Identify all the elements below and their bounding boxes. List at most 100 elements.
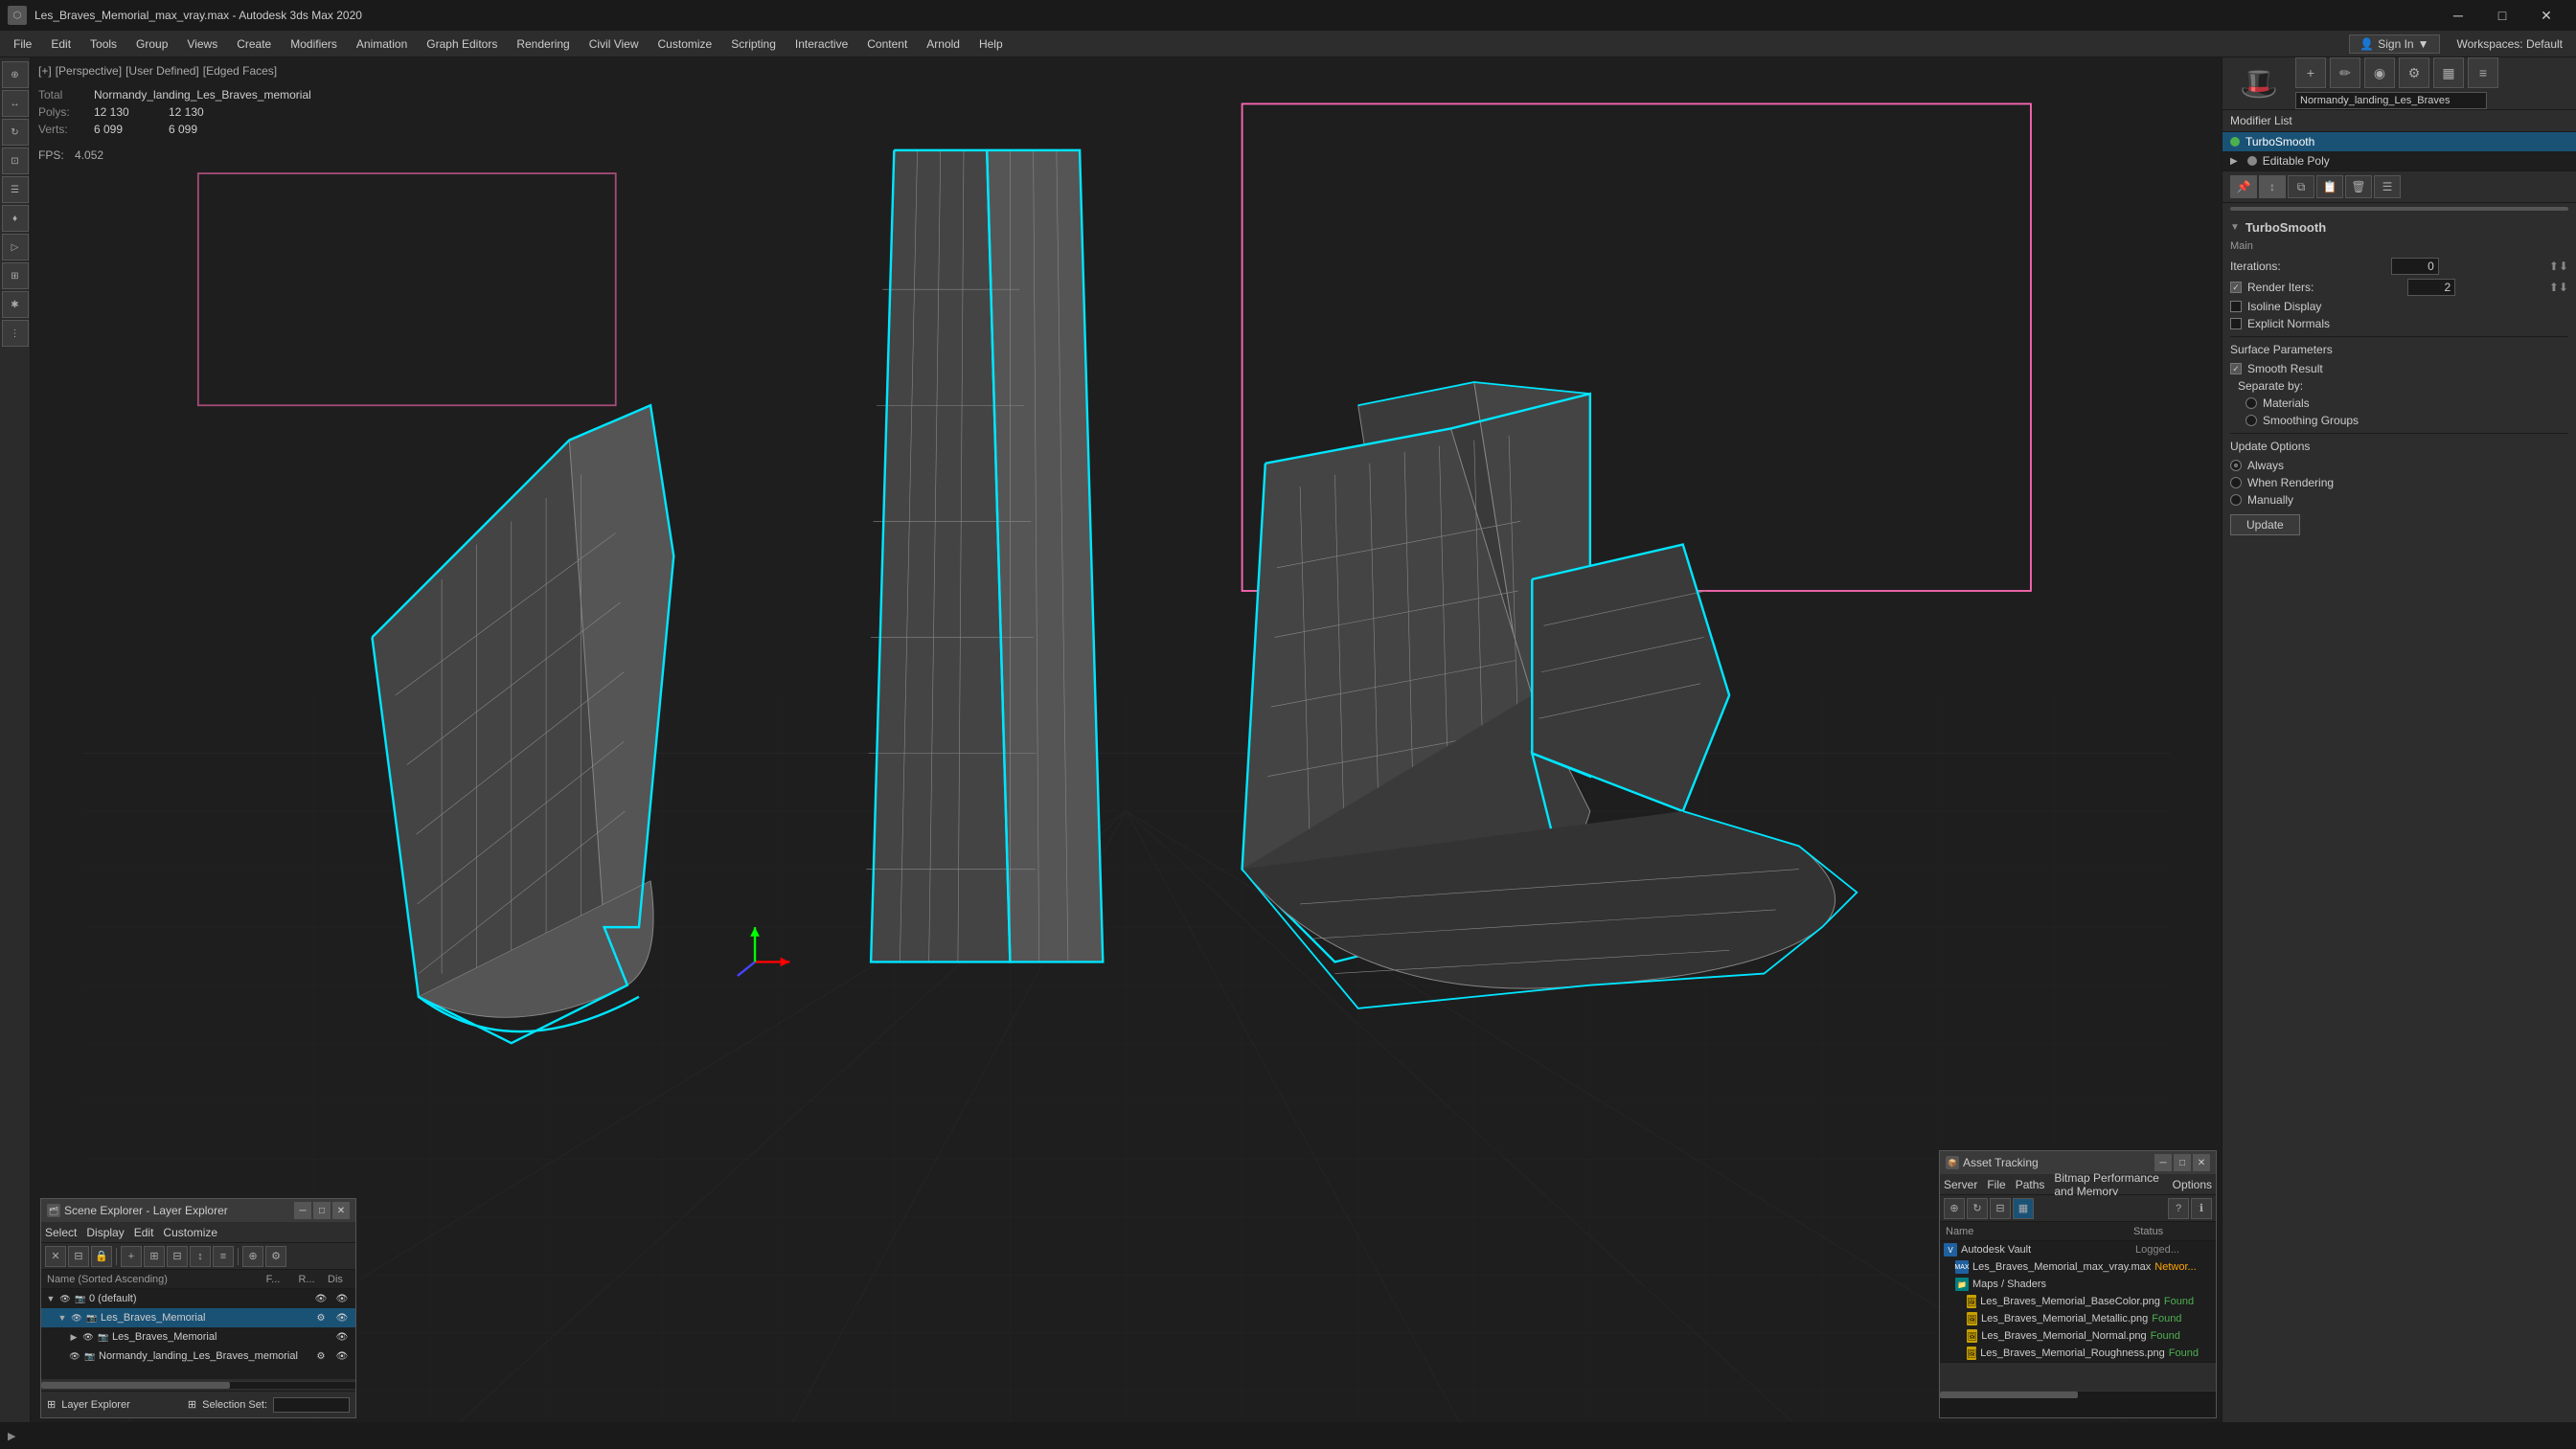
menu-interactive[interactable]: Interactive	[786, 34, 857, 55]
render-iters-input[interactable]	[2407, 279, 2455, 296]
tree-row-3[interactable]: 👁 📷 Normandy_landing_Les_Braves_memorial…	[41, 1347, 355, 1366]
modifier-tool-pin[interactable]: 📌	[2230, 175, 2257, 198]
menu-civil-view[interactable]: Civil View	[580, 34, 649, 55]
se-menu-edit[interactable]: Edit	[134, 1226, 154, 1239]
manually-radio[interactable]	[2230, 494, 2242, 506]
se-menu-select[interactable]: Select	[45, 1226, 77, 1239]
modifier-editable-poly[interactable]: ▶ Editable Poly	[2223, 151, 2576, 170]
sidebar-icon-9[interactable]: ✱	[2, 291, 29, 318]
menu-scripting[interactable]: Scripting	[721, 34, 786, 55]
when-rendering-radio[interactable]	[2230, 477, 2242, 488]
scene-explorer-close[interactable]: ✕	[332, 1202, 350, 1219]
menu-file[interactable]: File	[4, 34, 41, 55]
selection-set-input[interactable]	[273, 1397, 350, 1413]
sidebar-icon-8[interactable]: ⊞	[2, 262, 29, 289]
modifier-tool-delete[interactable]: 🗑	[2345, 175, 2372, 198]
menu-edit[interactable]: Edit	[41, 34, 80, 55]
at-row-normal[interactable]: 🖼 Les_Braves_Memorial_Normal.png Found	[1940, 1327, 2216, 1345]
se-tool-list[interactable]: ≡	[213, 1246, 234, 1267]
panel-icon-grid[interactable]: ▦	[2433, 57, 2464, 88]
maximize-button[interactable]: □	[2480, 0, 2524, 31]
materials-radio[interactable]	[2245, 397, 2257, 409]
sidebar-icon-6[interactable]: ♦	[2, 205, 29, 232]
scene-explorer-minimize[interactable]: ─	[294, 1202, 311, 1219]
tree-expand-1[interactable]: ▼	[57, 1312, 68, 1324]
minimize-button[interactable]: ─	[2436, 0, 2480, 31]
isoline-checkbox[interactable]	[2230, 301, 2242, 312]
at-row-metallic[interactable]: 🖼 Les_Braves_Memorial_Metallic.png Found	[1940, 1310, 2216, 1327]
menu-animation[interactable]: Animation	[347, 34, 417, 55]
menu-arnold[interactable]: Arnold	[917, 34, 969, 55]
at-scrollbar[interactable]	[1940, 1391, 2216, 1398]
at-tool-1[interactable]: ⊕	[1944, 1198, 1965, 1219]
tree-row-1[interactable]: ▼ 👁 📷 Les_Braves_Memorial ⚙ 👁	[41, 1308, 355, 1327]
sidebar-icon-4[interactable]: ⊡	[2, 147, 29, 174]
panel-icon-gear[interactable]: ⚙	[2399, 57, 2429, 88]
scene-explorer-titlebar[interactable]: 🗂 Scene Explorer - Layer Explorer ─ □ ✕	[41, 1199, 355, 1222]
sidebar-icon-5[interactable]: ☰	[2, 176, 29, 203]
se-menu-customize[interactable]: Customize	[163, 1226, 217, 1239]
smoothing-groups-radio[interactable]	[2245, 415, 2257, 426]
menu-rendering[interactable]: Rendering	[507, 34, 579, 55]
panel-icon-circle[interactable]: ◉	[2364, 57, 2395, 88]
at-tool-info[interactable]: ℹ	[2191, 1198, 2212, 1219]
smooth-result-checkbox[interactable]	[2230, 363, 2242, 374]
menu-create[interactable]: Create	[227, 34, 281, 55]
menu-views[interactable]: Views	[177, 34, 227, 55]
at-tool-help[interactable]: ?	[2168, 1198, 2189, 1219]
panel-icon-plus[interactable]: +	[2295, 57, 2326, 88]
at-tool-2[interactable]: ↻	[1967, 1198, 1988, 1219]
panel-icon-pen[interactable]: ✏	[2330, 57, 2360, 88]
at-menu-paths[interactable]: Paths	[2016, 1178, 2045, 1191]
turbosmooth-collapse-arrow[interactable]: ▼	[2230, 222, 2240, 233]
sidebar-icon-1[interactable]: ⊕	[2, 61, 29, 88]
se-scrollbar[interactable]	[41, 1381, 355, 1389]
panel-resize-handle[interactable]	[2230, 207, 2568, 211]
explicit-normals-checkbox[interactable]	[2230, 318, 2242, 329]
se-tool-options[interactable]: ⚙	[265, 1246, 286, 1267]
tree-row-2[interactable]: ▶ 👁 📷 Les_Braves_Memorial 👁	[41, 1327, 355, 1347]
modifier-tool-paste[interactable]: 📋	[2316, 175, 2343, 198]
always-radio[interactable]	[2230, 460, 2242, 471]
sidebar-icon-2[interactable]: ↔	[2, 90, 29, 117]
at-scrollbar-thumb[interactable]	[1940, 1392, 2078, 1398]
iterations-input[interactable]	[2391, 258, 2439, 275]
menu-content[interactable]: Content	[857, 34, 917, 55]
menu-graph-editors[interactable]: Graph Editors	[417, 34, 507, 55]
menu-customize[interactable]: Customize	[649, 34, 722, 55]
object-name-field[interactable]	[2295, 92, 2487, 109]
modifier-turbosmooth[interactable]: TurboSmooth	[2223, 132, 2576, 151]
at-tool-3[interactable]: ⊟	[1990, 1198, 2011, 1219]
render-iters-checkbox[interactable]	[2230, 282, 2242, 293]
sidebar-icon-10[interactable]: ⋮	[2, 320, 29, 347]
modifier-tool-move[interactable]: ↕	[2259, 175, 2286, 198]
at-menu-file[interactable]: File	[1987, 1178, 2005, 1191]
menu-modifiers[interactable]: Modifiers	[281, 34, 347, 55]
at-row-max[interactable]: MAX Les_Braves_Memorial_max_vray.max Net…	[1940, 1258, 2216, 1276]
menu-group[interactable]: Group	[126, 34, 177, 55]
se-tool-collapse[interactable]: ⊟	[167, 1246, 188, 1267]
at-menu-server[interactable]: Server	[1944, 1178, 1977, 1191]
at-row-roughness[interactable]: 🖼 Les_Braves_Memorial_Roughness.png Foun…	[1940, 1345, 2216, 1362]
modifier-tool-copy[interactable]: ⧉	[2288, 175, 2314, 198]
at-menu-bitmap[interactable]: Bitmap Performance and Memory	[2054, 1171, 2162, 1198]
at-row-vault[interactable]: V Autodesk Vault Logged...	[1940, 1241, 2216, 1258]
se-scrollbar-thumb[interactable]	[41, 1382, 230, 1389]
tree-expand-2[interactable]: ▶	[68, 1331, 80, 1343]
at-tool-4[interactable]: ▦	[2013, 1198, 2034, 1219]
se-tool-expand[interactable]: ⊞	[144, 1246, 165, 1267]
menu-tools[interactable]: Tools	[80, 34, 126, 55]
close-button[interactable]: ✕	[2524, 0, 2568, 31]
se-tool-lock[interactable]: 🔒	[91, 1246, 112, 1267]
se-tool-add[interactable]: +	[121, 1246, 142, 1267]
at-row-basecolor[interactable]: 🖼 Les_Braves_Memorial_BaseColor.png Foun…	[1940, 1293, 2216, 1310]
se-tool-sort[interactable]: ↕	[190, 1246, 211, 1267]
signin-button[interactable]: 👤 Sign In ▼	[2349, 34, 2439, 54]
se-tool-layers[interactable]: ⊕	[242, 1246, 263, 1267]
tree-row-0[interactable]: ▼ 👁 📷 0 (default) 👁 👁	[41, 1289, 355, 1308]
se-tool-filter[interactable]: ⊟	[68, 1246, 89, 1267]
se-menu-display[interactable]: Display	[86, 1226, 124, 1239]
tree-expand-0[interactable]: ▼	[45, 1293, 57, 1304]
asset-tracking-close[interactable]: ✕	[2193, 1154, 2210, 1171]
asset-tracking-restore[interactable]: □	[2174, 1154, 2191, 1171]
